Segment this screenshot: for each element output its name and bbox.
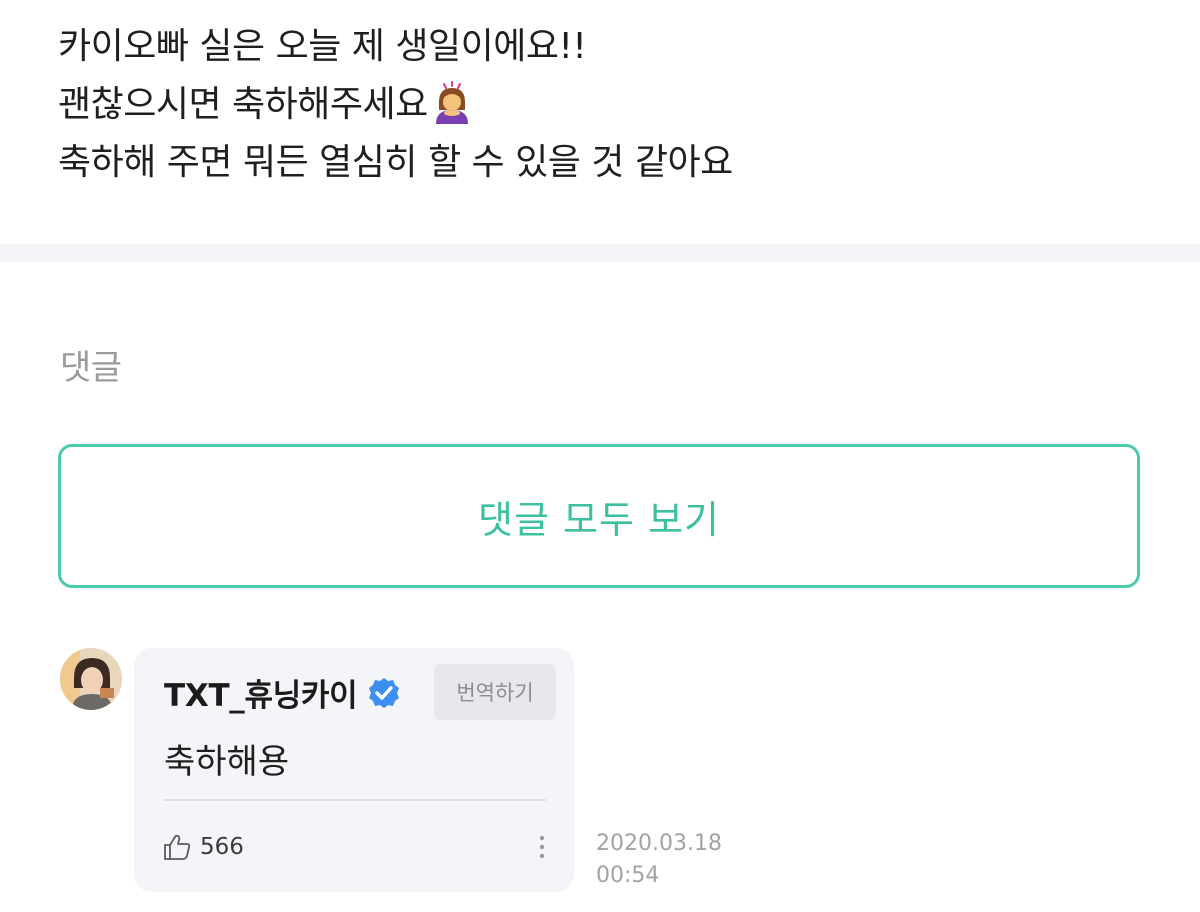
- vertical-dots-icon[interactable]: [532, 832, 552, 862]
- section-separator: [0, 244, 1200, 262]
- page: 카이오빠 실은 오늘 제 생일이에요!! 괜찮으시면 축하해주세요 축하해 주면…: [0, 0, 1200, 912]
- translate-button[interactable]: 번역하기: [434, 664, 556, 720]
- post-body: 카이오빠 실은 오늘 제 생일이에요!! 괜찮으시면 축하해주세요 축하해 주면…: [58, 18, 1158, 192]
- comment-divider: [164, 799, 546, 801]
- comment-time: 00:54: [596, 863, 660, 888]
- girl-bowing-emoji-icon: [430, 80, 474, 124]
- post-line-2-text: 괜찮으시면 축하해주세요: [58, 84, 428, 125]
- verified-check-icon: [369, 677, 400, 708]
- like-button[interactable]: 566: [162, 832, 244, 862]
- author-name[interactable]: TXT_휴닝카이: [164, 670, 358, 715]
- post-line-3: 축하해 주면 뭐든 열심히 할 수 있을 것 같아요: [58, 142, 733, 183]
- comments-heading: 댓글: [60, 348, 122, 388]
- view-all-comments-button[interactable]: 댓글 모두 보기: [58, 444, 1140, 588]
- comment-text: 축하해용: [164, 742, 290, 782]
- like-count: 566: [200, 834, 244, 860]
- post-line-1: 카이오빠 실은 오늘 제 생일이에요!!: [58, 26, 587, 67]
- comment-date: 2020.03.18: [596, 831, 722, 856]
- comment-author[interactable]: TXT_휴닝카이: [164, 670, 401, 715]
- comment-card: TXT_휴닝카이 번역하기 축하해용 566: [134, 648, 574, 892]
- post-line-2: 괜찮으시면 축하해주세요: [58, 76, 1158, 134]
- thumbs-up-icon: [164, 834, 191, 860]
- avatar[interactable]: [60, 648, 122, 710]
- comment-timestamp: 2020.03.18 00:54: [596, 828, 722, 892]
